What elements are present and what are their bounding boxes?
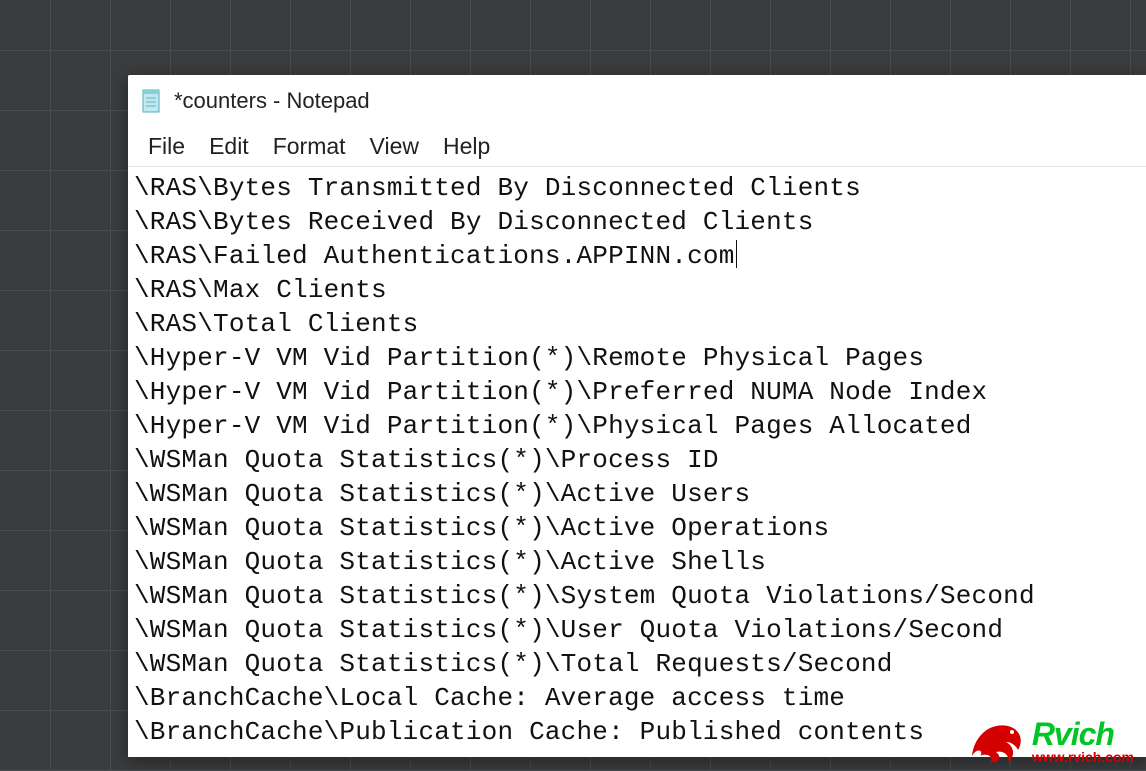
menu-help[interactable]: Help — [431, 129, 502, 164]
editor-line[interactable]: \RAS\Bytes Received By Disconnected Clie… — [134, 205, 1140, 239]
title-bar[interactable]: *counters - Notepad — [128, 75, 1146, 127]
editor-line[interactable]: \BranchCache\Local Cache: Average access… — [134, 681, 1140, 715]
editor-line[interactable]: \RAS\Bytes Transmitted By Disconnected C… — [134, 171, 1140, 205]
editor-line[interactable]: \WSMan Quota Statistics(*)\Active Operat… — [134, 511, 1140, 545]
editor-line[interactable]: \WSMan Quota Statistics(*)\Total Request… — [134, 647, 1140, 681]
menu-file[interactable]: File — [136, 129, 197, 164]
editor-line[interactable]: \Hyper-V VM Vid Partition(*)\Preferred N… — [134, 375, 1140, 409]
editor-line[interactable]: \WSMan Quota Statistics(*)\User Quota Vi… — [134, 613, 1140, 647]
menu-bar: File Edit Format View Help — [128, 127, 1146, 167]
notepad-window: *counters - Notepad File Edit Format Vie… — [128, 75, 1146, 757]
editor-line[interactable]: \RAS\Total Clients — [134, 307, 1140, 341]
editor-line[interactable]: \Hyper-V VM Vid Partition(*)\Remote Phys… — [134, 341, 1140, 375]
dragon-logo-icon — [968, 716, 1026, 766]
watermark: Rvich www.rvich.com — [968, 716, 1134, 766]
window-title: *counters - Notepad — [174, 88, 370, 114]
editor-line[interactable]: \Hyper-V VM Vid Partition(*)\Physical Pa… — [134, 409, 1140, 443]
watermark-name: Rvich — [1032, 718, 1134, 750]
editor-line[interactable]: \WSMan Quota Statistics(*)\Active Shells — [134, 545, 1140, 579]
editor-line[interactable]: \WSMan Quota Statistics(*)\System Quota … — [134, 579, 1140, 613]
text-caret — [736, 240, 737, 268]
menu-view[interactable]: View — [358, 129, 431, 164]
watermark-url: www.rvich.com — [1032, 750, 1134, 764]
editor-line[interactable]: \RAS\Max Clients — [134, 273, 1140, 307]
text-editor[interactable]: \RAS\Bytes Transmitted By Disconnected C… — [128, 167, 1146, 757]
menu-edit[interactable]: Edit — [197, 129, 261, 164]
editor-line[interactable]: \WSMan Quota Statistics(*)\Active Users — [134, 477, 1140, 511]
editor-line[interactable]: \RAS\Failed Authentications.APPINN.com — [134, 239, 1140, 273]
menu-format[interactable]: Format — [261, 129, 358, 164]
editor-line[interactable]: \WSMan Quota Statistics(*)\Process ID — [134, 443, 1140, 477]
notepad-icon — [140, 88, 162, 114]
